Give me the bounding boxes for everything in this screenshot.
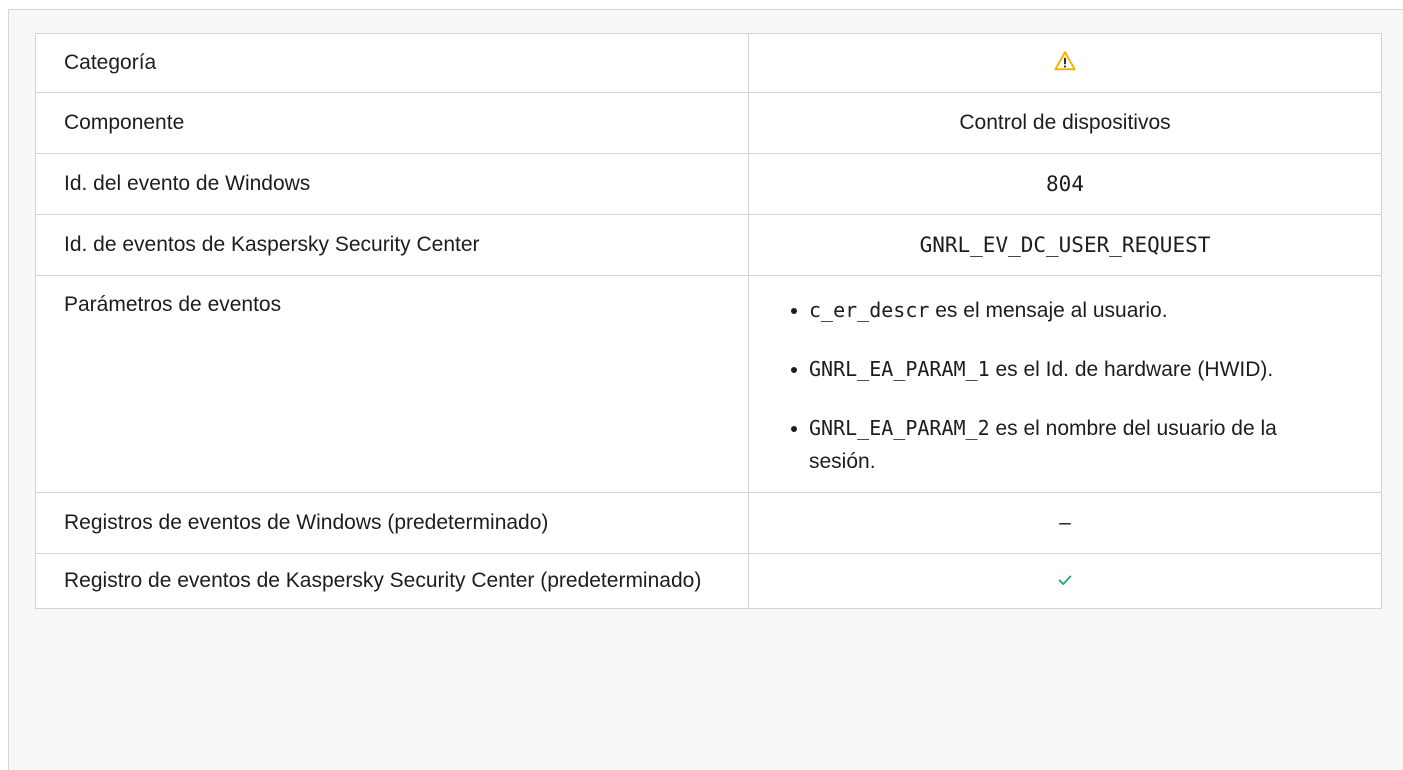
category-label: Categoría <box>35 33 749 93</box>
param-code: GNRL_EA_PARAM_2 <box>809 416 990 440</box>
event-params-label: Parámetros de eventos <box>35 275 749 493</box>
table-row-component: Componente Control de dispositivos <box>35 92 1382 154</box>
category-value <box>748 33 1382 93</box>
param-code: c_er_descr <box>809 298 930 322</box>
list-item: GNRL_EA_PARAM_2 es el nombre del usuario… <box>791 412 1341 478</box>
ksc-event-id-value: GNRL_EV_DC_USER_REQUEST <box>748 214 1382 276</box>
table-row-category: Categoría <box>35 33 1382 93</box>
bullet-icon <box>791 367 797 373</box>
event-details-table: Categoría Componente Control de disposit… <box>35 33 1382 609</box>
windows-log-value: – <box>748 492 1382 554</box>
ksc-event-id-label: Id. de eventos de Kaspersky Security Cen… <box>35 214 749 276</box>
table-row-windows-event-id: Id. del evento de Windows 804 <box>35 153 1382 215</box>
bullet-icon <box>791 426 797 432</box>
list-item: GNRL_EA_PARAM_1 es el Id. de hardware (H… <box>791 353 1341 386</box>
windows-event-id-label: Id. del evento de Windows <box>35 153 749 215</box>
bullet-icon <box>791 308 797 314</box>
param-code: GNRL_EA_PARAM_1 <box>809 357 990 381</box>
param-description: es el mensaje al usuario. <box>929 299 1168 322</box>
param-description: es el Id. de hardware (HWID). <box>989 358 1274 381</box>
check-icon <box>1058 575 1072 585</box>
event-params-list: c_er_descr es el mensaje al usuario. GNR… <box>749 294 1381 478</box>
table-row-event-params: Parámetros de eventos c_er_descr es el m… <box>35 275 1382 493</box>
table-row-windows-log: Registros de eventos de Windows (predete… <box>35 492 1382 554</box>
table-row-ksc-log: Registro de eventos de Kaspersky Securit… <box>35 553 1382 609</box>
component-label: Componente <box>35 92 749 154</box>
warning-icon <box>1054 51 1076 71</box>
windows-log-label: Registros de eventos de Windows (predete… <box>35 492 749 554</box>
windows-event-id-value: 804 <box>748 153 1382 215</box>
ksc-log-value <box>748 553 1382 609</box>
table-row-ksc-event-id: Id. de eventos de Kaspersky Security Cen… <box>35 214 1382 276</box>
ksc-log-label: Registro de eventos de Kaspersky Securit… <box>35 553 749 609</box>
list-item: c_er_descr es el mensaje al usuario. <box>791 294 1341 327</box>
component-value: Control de dispositivos <box>748 92 1382 154</box>
event-params-value: c_er_descr es el mensaje al usuario. GNR… <box>748 275 1382 493</box>
